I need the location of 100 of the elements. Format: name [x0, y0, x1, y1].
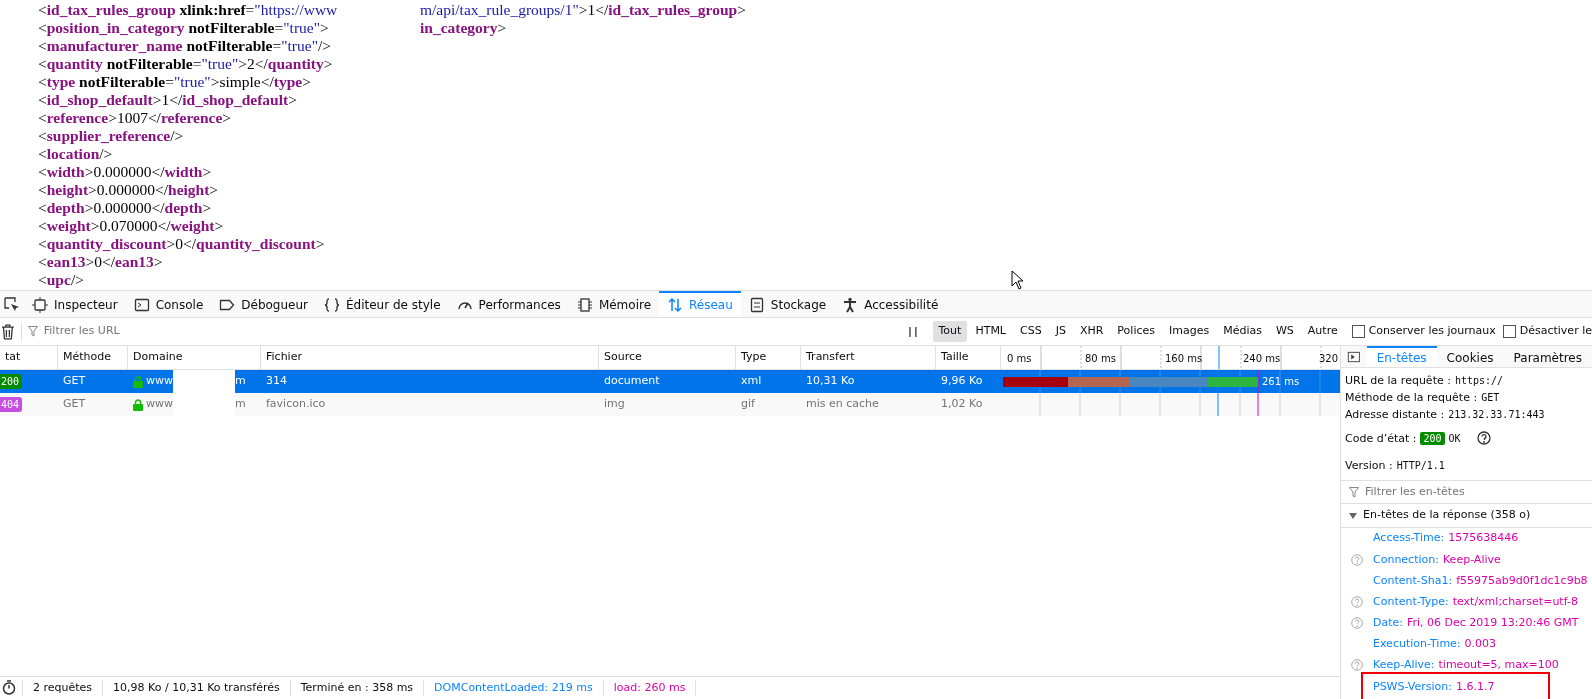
header-filter-field[interactable]: Filtrer les en-têtes: [1363, 482, 1583, 502]
field-value: HTTP/1.1: [1396, 460, 1445, 472]
stopwatch-icon: [2, 680, 16, 696]
table-cell: 9,96 Ko: [941, 373, 983, 390]
type-filter[interactable]: Médias: [1217, 321, 1268, 342]
xml-line-fragment: m/api/tax_rule_groups/1">1</id_tax_rules_group>: [420, 1, 746, 19]
table-cell: document: [604, 373, 660, 390]
checkbox-label: Conserver les journaux: [1368, 323, 1496, 340]
devtools-tab[interactable]: Réseau: [659, 291, 741, 317]
field-label: Méthode de la requête :: [1345, 391, 1478, 405]
devtools-tab[interactable]: Accessibilité: [834, 291, 947, 317]
header-entry: Connection: Keep-Alive: [1373, 551, 1501, 568]
field-label: Code d’état :: [1345, 431, 1417, 445]
status-text: load: 260 ms: [613, 680, 686, 694]
table-cell: xml: [741, 373, 762, 390]
type-filter[interactable]: WS: [1269, 321, 1300, 342]
table-cell: GET: [63, 396, 86, 413]
pause-icon[interactable]: [907, 325, 918, 338]
filter-icon: [1349, 486, 1359, 498]
xml-line: <weight>0.070000</weight>: [38, 217, 224, 234]
tag-icon: [219, 297, 236, 313]
column-header[interactable]: Type: [741, 349, 767, 366]
devtools-tab[interactable]: Éditeur de style: [316, 291, 449, 317]
arrows-icon: [667, 297, 684, 313]
type-filter[interactable]: XHR: [1073, 321, 1110, 342]
trash-icon[interactable]: [1, 323, 15, 340]
header-entry: Content-Type: text/xml;charset=utf-8: [1373, 593, 1578, 610]
column-header[interactable]: Domaine: [133, 349, 183, 366]
column-header[interactable]: Source: [604, 349, 642, 366]
type-filter[interactable]: Polices: [1111, 321, 1161, 342]
devtools-tab[interactable]: Mémoire: [568, 291, 660, 317]
column-header[interactable]: Transfert: [806, 349, 855, 366]
status-text: Terminé en : 358 ms: [300, 680, 414, 694]
table-cell: 1,02 Ko: [941, 396, 983, 413]
xml-line: <height>0.000000</height>: [38, 181, 219, 198]
xml-line: <width>0.000000</width>: [38, 163, 212, 180]
status-text: 10,98 Ko / 10,31 Ko transférés: [113, 680, 280, 694]
devtools-tab[interactable]: Débogueur: [211, 291, 316, 317]
xml-line: <location/>: [38, 145, 113, 162]
header-entry: Date: Fri, 06 Dec 2019 13:20:46 GMT: [1373, 614, 1579, 631]
table-cell: GET: [63, 373, 86, 390]
table-cell: m: [235, 373, 246, 390]
table-cell: 314: [266, 373, 287, 390]
field-label: Adresse distante :: [1345, 408, 1445, 422]
column-header[interactable]: Fichier: [266, 349, 302, 366]
status-badge: 200: [1420, 431, 1445, 445]
table-cell: img: [604, 396, 625, 413]
devtools-tab[interactable]: Console: [125, 291, 212, 317]
xml-line: <supplier_reference/>: [38, 127, 184, 144]
panel-tab[interactable]: Paramètres: [1503, 346, 1592, 368]
timeline-tick: 80 ms: [1085, 352, 1116, 366]
status-badge: 404: [0, 397, 23, 412]
xml-line: <manufacturer_name notFilterable="true"/>: [38, 37, 332, 54]
url-filter-field[interactable]: Filtrer les URL: [41, 322, 842, 341]
timeline-tick: 0 ms: [1007, 352, 1032, 366]
xml-line: <quantity notFilterable="true">2</quantity>: [38, 55, 333, 72]
panel-tab[interactable]: Cookies: [1436, 346, 1504, 368]
type-filter[interactable]: Images: [1163, 321, 1216, 342]
devtools-tab[interactable]: Inspecteur: [24, 291, 126, 317]
table-cell: gif: [741, 396, 755, 413]
type-filter[interactable]: HTML: [969, 321, 1012, 342]
lock-icon: [133, 375, 143, 388]
devtools-tab[interactable]: Performances: [448, 291, 569, 317]
type-filter[interactable]: JS: [1049, 321, 1072, 342]
timeline-tick: 240 ms: [1243, 352, 1281, 366]
column-header[interactable]: Méthode: [63, 349, 112, 366]
xml-line: <ean13>0</ean13>: [38, 253, 163, 270]
field-value: GET: [1481, 392, 1500, 404]
column-header[interactable]: Taille: [941, 349, 969, 366]
filter-icon: [27, 326, 38, 337]
caret-icon: [1349, 512, 1357, 519]
panel-tab[interactable]: En-têtes: [1366, 346, 1437, 368]
table-cell: favicon.ico: [266, 396, 326, 413]
field-label: Version :: [1345, 459, 1393, 473]
storage-icon: [748, 297, 765, 313]
request-row[interactable]: 404 GET www m favicon.ico img gif mis en cache 1,02 Ko: [0, 393, 1340, 416]
xml-line: <type notFilterable="true">simple</type>: [38, 73, 311, 90]
type-filter[interactable]: Tout: [932, 321, 968, 342]
xml-line: <position_in_category notFilterable="true">: [38, 19, 329, 36]
xml-line: <quantity_discount>0</quantity_discount>: [38, 235, 325, 252]
type-filter[interactable]: Autre: [1301, 321, 1344, 342]
type-filter[interactable]: CSS: [1014, 321, 1048, 342]
checkbox[interactable]: [1502, 325, 1516, 338]
help-icon[interactable]: [1476, 431, 1491, 446]
xml-line: <reference>1007</reference>: [38, 109, 232, 126]
header-entry: Access-Time: 1575638446: [1373, 530, 1519, 547]
section-header[interactable]: En-têtes de la réponse (358 o): [1341, 504, 1592, 529]
status-text: DOMContentLoaded: 219 ms: [434, 680, 593, 694]
devtools-tab[interactable]: Stockage: [740, 291, 835, 317]
request-row[interactable]: 200 GET www m 314 document xml 10,31 Ko 9,96 Ko 261 ms: [0, 370, 1340, 393]
field-value: 213.32.33.71:443: [1448, 409, 1545, 421]
chip-icon: [576, 297, 593, 313]
person-icon: [842, 297, 859, 313]
duration-label: 261 ms: [1262, 375, 1300, 389]
xml-line: <id_shop_default>1</id_shop_default>: [38, 91, 297, 108]
checkbox[interactable]: [1351, 325, 1365, 338]
picker-icon: [4, 297, 20, 313]
timeline-tick: 320: [1319, 352, 1339, 366]
column-header[interactable]: tat: [5, 349, 21, 366]
cursor-icon: [1011, 270, 1024, 290]
